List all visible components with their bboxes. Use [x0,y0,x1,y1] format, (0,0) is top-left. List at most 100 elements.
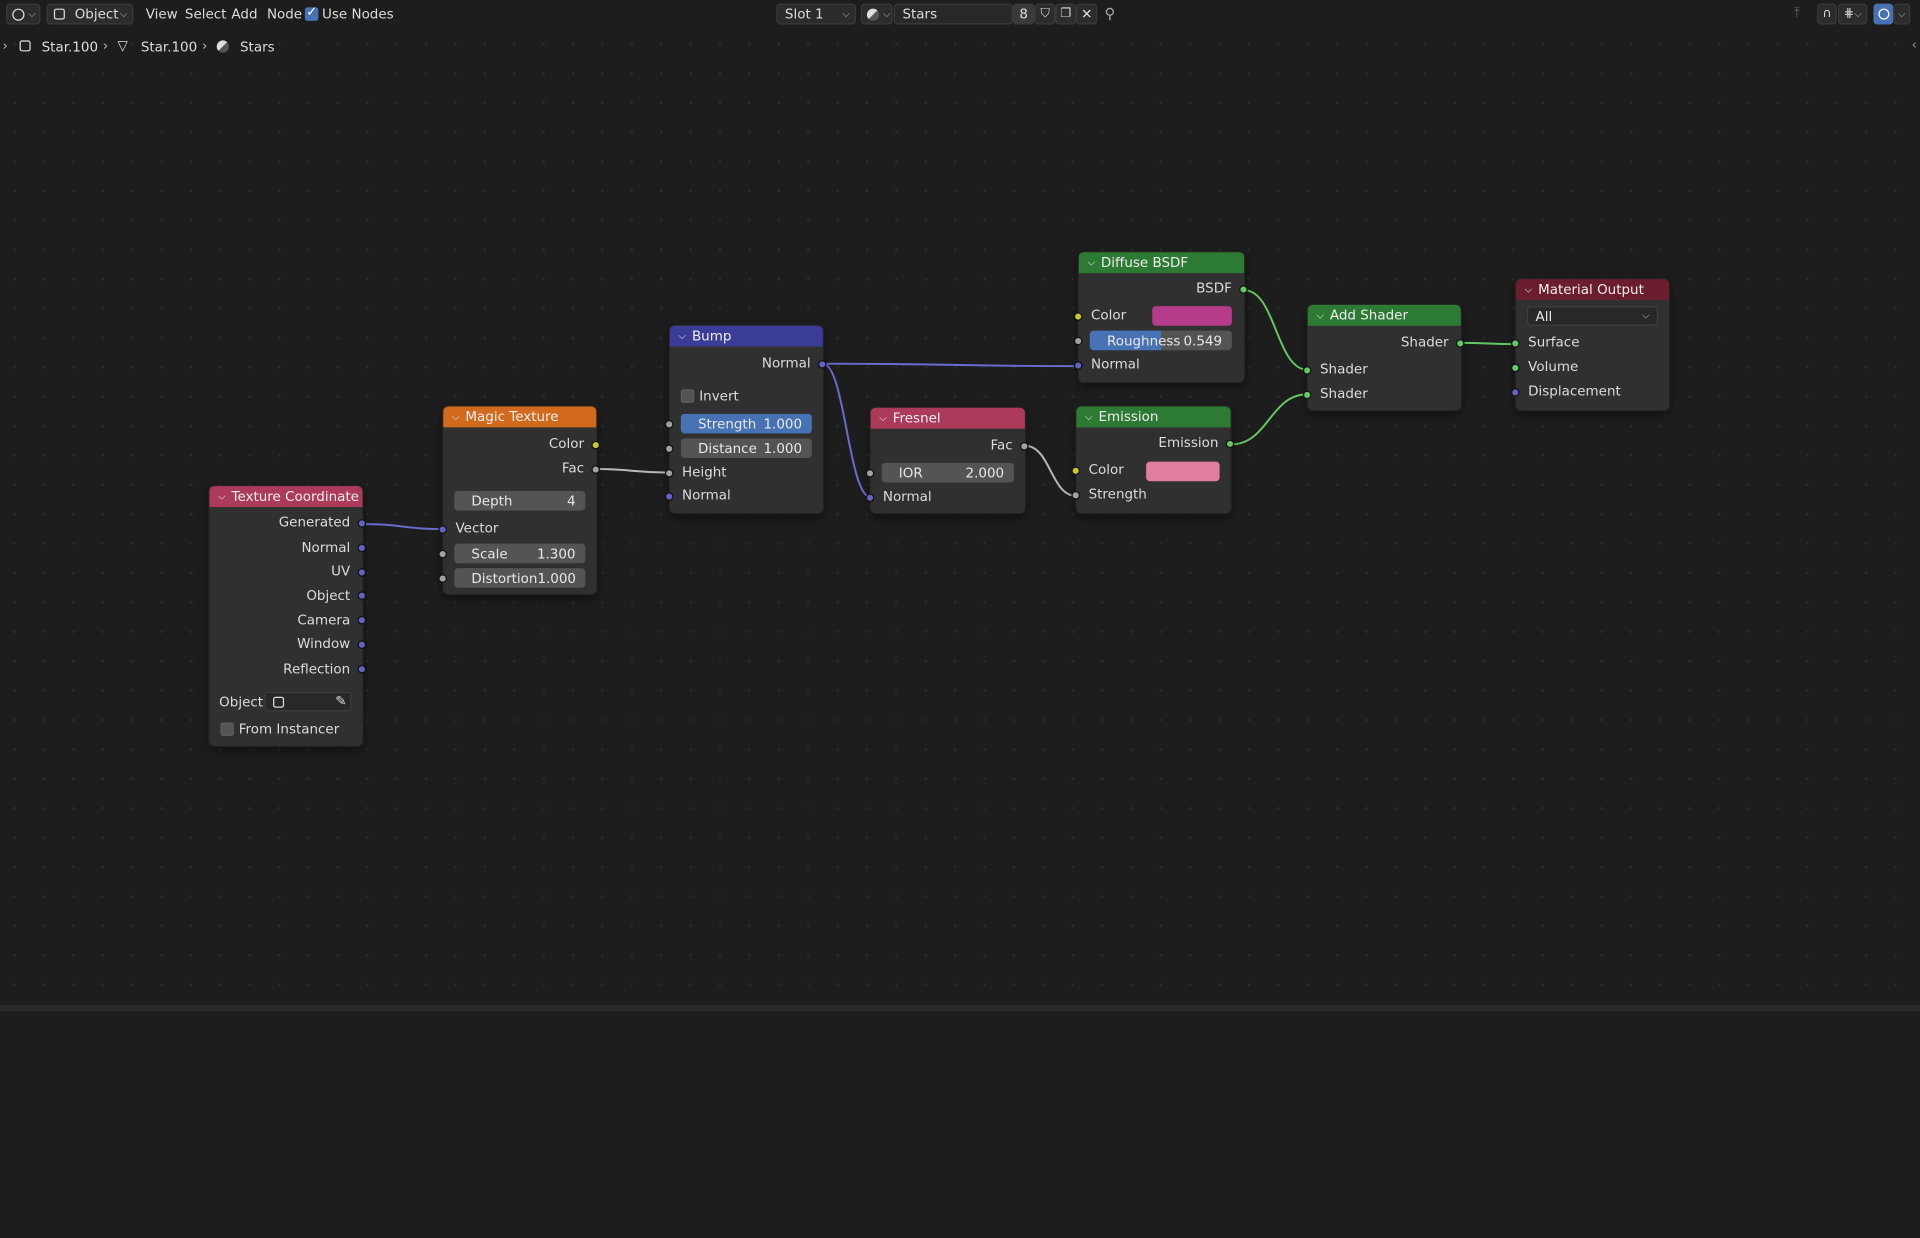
invert-checkbox[interactable] [680,389,695,403]
menu-node[interactable]: Node [267,6,302,22]
node-header[interactable]: ⌵ Material Output [1515,279,1669,301]
snap-toggle[interactable]: ∩ [1817,3,1837,25]
node-texture-coordinate[interactable]: ⌵ Texture Coordinate Generated Normal UV… [209,486,367,746]
menu-view[interactable]: View [146,6,178,22]
node-material-output[interactable]: ⌵ Material Output All ⌵ Surface Volume D… [1511,279,1669,411]
unlink-material-button[interactable]: ✕ [1076,3,1098,25]
parent-node-tree-icon[interactable]: ⤒ [1794,5,1800,22]
target-dropdown[interactable]: All ⌵ [1526,306,1658,326]
object-picker-field[interactable]: ✎ [264,691,352,712]
socket-ior-in[interactable] [865,468,875,478]
node-diffuse-bsdf[interactable]: ⌵ Diffuse BSDF BSDF Color Roughness 0.54… [1073,252,1248,383]
node-title: Material Output [1538,281,1644,298]
socket-shader-out[interactable] [1455,339,1465,348]
browse-material-button[interactable]: ⌵ [860,3,893,25]
material-name-field[interactable]: Stars [893,3,1013,25]
socket-fac-out[interactable] [591,465,601,474]
node-emission[interactable]: ⌵ Emission Emission Color Strength [1071,406,1235,514]
eyedropper-icon[interactable]: ✎ [335,693,346,709]
menu-add[interactable]: Add [231,6,257,22]
collapse-chevron-icon[interactable]: ⌵ [1085,411,1092,423]
strength-field[interactable]: Strength 1.000 [680,413,812,434]
node-header[interactable]: ⌵ Magic Texture [443,406,597,428]
collapse-chevron-icon[interactable]: ⌵ [879,412,886,424]
sidebar-toggle-icon[interactable]: ‹ [1911,37,1916,53]
socket-volume-in[interactable] [1511,363,1520,373]
socket-uv[interactable] [357,568,367,577]
socket-displacement-in[interactable] [1511,388,1520,397]
socket-color-in[interactable] [1071,466,1081,476]
distance-field[interactable]: Distance 1.000 [680,438,812,458]
node-header[interactable]: ⌵ Add Shader [1307,304,1461,326]
socket-camera[interactable] [357,615,367,625]
node-add-shader[interactable]: ⌵ Add Shader Shader Shader Shader [1302,304,1465,411]
from-instancer-checkbox[interactable] [220,722,234,736]
node-magic-texture[interactable]: ⌵ Magic Texture Color Fac Depth 4 Vector… [438,406,601,594]
socket-bsdf-out[interactable] [1239,285,1248,294]
socket-surface-in[interactable] [1511,339,1520,348]
node-bump[interactable]: ⌵ Bump Normal Invert Strength 1.000 Dist… [664,325,827,514]
socket-vector-in[interactable] [438,525,447,534]
node-header[interactable]: ⌵ Diffuse BSDF [1078,252,1245,274]
socket-normal[interactable] [357,543,367,553]
node-editor[interactable]: ⌵ Object ⌵ View Select Add Node Use Node… [0,0,1920,1238]
node-fresnel[interactable]: ⌵ Fresnel Fac IOR 2.000 Normal [865,407,1029,514]
depth-field[interactable]: Depth 4 [454,491,586,511]
socket-distance-in[interactable] [664,444,674,454]
socket-normal-out[interactable] [817,360,827,369]
users-count-button[interactable]: 8 [1012,3,1035,25]
color-swatch[interactable] [1152,306,1232,326]
collapse-chevron-icon[interactable]: ⌵ [1316,309,1323,321]
fake-user-button[interactable]: ⛉ [1034,3,1056,25]
editor-header: ⌵ Object ⌵ View Select Add Node Use Node… [0,0,1920,53]
output-window-label: Window [297,635,351,652]
socket-normal-in[interactable] [664,492,674,501]
socket-normal-in[interactable] [865,493,875,503]
node-title: Emission [1098,408,1159,425]
menu-select[interactable]: Select [185,6,227,22]
object-icon [19,40,31,52]
roughness-field[interactable]: Roughness 0.549 [1089,330,1232,351]
socket-emission-out[interactable] [1225,439,1235,449]
collapse-chevron-icon[interactable]: ⌵ [678,330,685,342]
socket-roughness-in[interactable] [1073,336,1083,346]
pin-icon[interactable]: ⚲ [1104,5,1115,22]
socket-strength-in[interactable] [664,420,674,429]
overlays-toggle[interactable] [1873,3,1894,25]
socket-window[interactable] [357,640,367,649]
duplicate-material-button[interactable]: ❐ [1055,3,1077,25]
slot-dropdown[interactable]: Slot 1 ⌵ [776,3,856,25]
node-header[interactable]: ⌵ Texture Coordinate [209,486,363,507]
shader-type-dropdown[interactable]: Object ⌵ [46,3,134,25]
overlays-dropdown[interactable]: ⌵ [1893,3,1911,25]
socket-color-out[interactable] [591,440,601,450]
ior-field[interactable]: IOR 2.000 [881,462,1014,483]
node-header[interactable]: ⌵ Fresnel [870,407,1025,429]
socket-shader-in-2[interactable] [1302,390,1312,400]
collapse-chevron-icon[interactable]: ⌵ [452,411,459,423]
socket-fac-out[interactable] [1020,442,1029,451]
socket-object[interactable] [357,591,367,601]
collapse-chevron-icon[interactable]: ⌵ [218,490,225,502]
socket-height-in[interactable] [664,468,674,478]
node-header[interactable]: ⌵ Bump [669,325,823,347]
color-swatch[interactable] [1146,461,1220,482]
scale-field[interactable]: Scale 1.300 [454,543,586,564]
socket-normal-in[interactable] [1073,361,1083,370]
socket-reflection[interactable] [357,664,367,674]
use-nodes-checkbox[interactable] [304,4,319,21]
node-header[interactable]: ⌵ Emission [1076,406,1231,428]
socket-strength-in[interactable] [1071,491,1081,500]
socket-distortion-in[interactable] [438,574,447,583]
socket-generated[interactable] [357,519,367,528]
distortion-field[interactable]: Distortion 1.000 [454,568,586,588]
collapse-chevron-icon[interactable]: ⌵ [1087,257,1094,269]
snap-options-dropdown[interactable]: ⋕ ⌵ [1837,3,1868,25]
editor-type-button[interactable]: ⌵ [6,3,41,25]
socket-shader-in-1[interactable] [1302,366,1312,375]
collapse-chevron-icon[interactable]: ⌵ [1525,283,1532,295]
strength-label: Strength [697,415,757,432]
socket-color-in[interactable] [1073,312,1083,321]
socket-scale-in[interactable] [438,549,447,559]
volume-label: Volume [1528,358,1579,375]
